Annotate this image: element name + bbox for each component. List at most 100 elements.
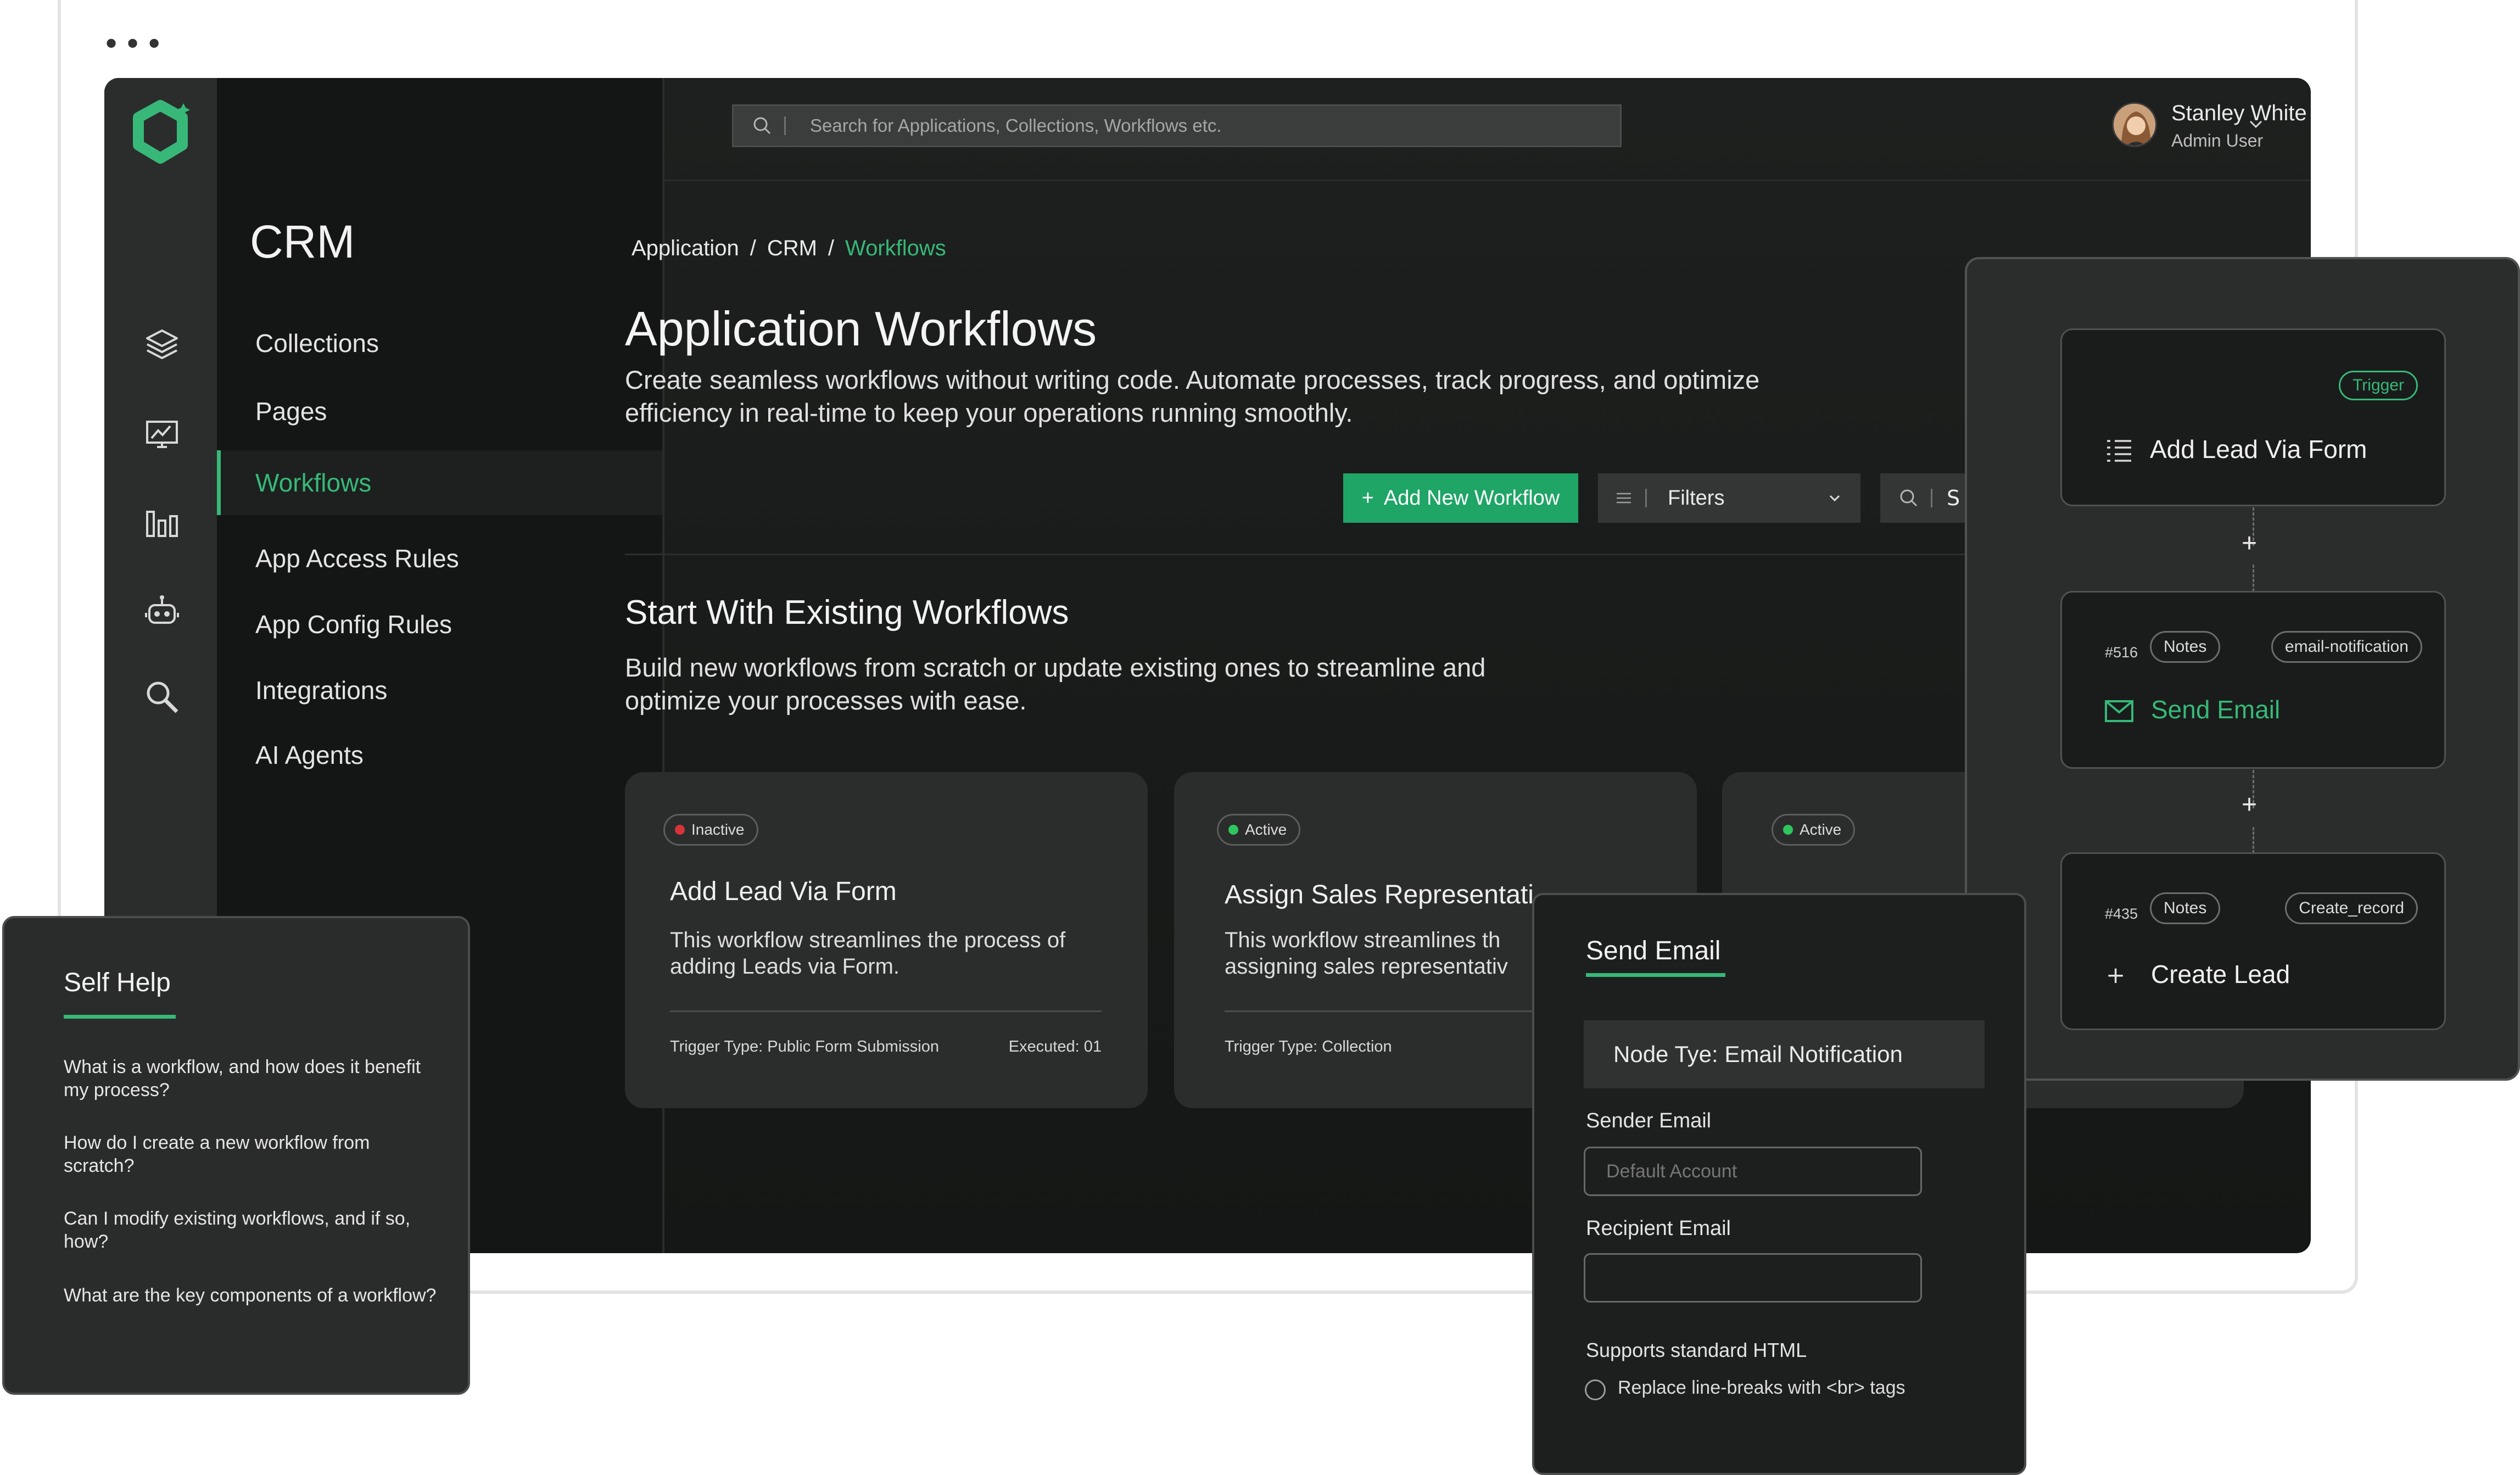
send-email-panel: Send Email Node Tye: Email Notification … [1532,893,2026,1475]
status-badge: Active [1217,814,1301,846]
analytics-monitor-icon[interactable] [144,416,180,452]
breadcrumb-separator: / [750,236,756,260]
status-badge: Inactive [663,814,758,846]
page-description: Create seamless workflows without writin… [625,365,1760,427]
mail-icon [2105,700,2133,722]
send-email-title: Send Email [1586,936,1721,965]
avatar[interactable] [2112,102,2157,147]
status-label: Active [1800,821,1842,838]
help-question[interactable]: How do I create a new workflow from scra… [64,1131,437,1177]
sender-email-field[interactable] [1584,1147,1922,1196]
node-type-tag: Create_record [2285,892,2418,924]
filter-lines-icon [1617,493,1631,504]
card-divider [670,1010,1102,1012]
node-title: Send Email [2151,695,2281,724]
search-divider [784,116,786,135]
nav-item-integrations[interactable]: Integrations [217,658,662,723]
section-description: Build new workflows from scratch or upda… [625,653,1486,715]
filters-label: Filters [1668,486,1725,510]
chevron-down-icon [1829,495,1840,502]
add-new-workflow-button[interactable]: + Add New Workflow [1343,473,1578,523]
section-divider [625,554,1998,555]
user-name[interactable]: Stanley White [2171,101,2307,126]
flow-node-trigger[interactable]: Trigger Add Lead Via Form [2060,328,2446,506]
status-label: Active [1245,821,1287,838]
help-question[interactable]: Can I modify existing workflows, and if … [64,1207,437,1253]
add-new-workflow-label: Add New Workflow [1383,486,1560,510]
app-logo-icon[interactable] [127,100,193,171]
filters-dropdown[interactable]: Filters [1598,473,1860,523]
top-bar: Search for Applications, Collections, Wo… [664,78,2311,181]
search-icon [753,117,771,135]
layers-icon[interactable] [144,326,180,362]
trigger-tag: Trigger [2339,371,2418,400]
nav-item-ai-agents[interactable]: AI Agents [217,723,662,787]
filter-divider [1645,489,1647,507]
nav-item-workflows[interactable]: Workflows [217,450,662,515]
breadcrumb-separator: / [828,236,835,260]
flow-node-create-lead[interactable]: #435 Notes Create_record + Create Lead [2060,852,2446,1030]
global-search-input[interactable]: Search for Applications, Collections, Wo… [732,104,1622,147]
bar-chart-icon[interactable] [144,504,180,540]
workflow-canvas-panel: Trigger Add Lead Via Form + #516 Notes e… [1965,257,2520,1081]
search-partial-text: S [1947,486,1960,510]
workflow-description: This workflow streamlines the process of… [670,928,1066,979]
robot-icon[interactable] [144,593,180,629]
node-id: #435 [2105,906,2138,922]
plus-icon: + [2106,962,2126,988]
search-divider [1931,489,1932,507]
status-dot [1783,825,1793,835]
nav-item-pages[interactable]: Pages [217,379,662,444]
executed-count: Executed: 01 [1008,1038,1102,1055]
nav-item-app-config-rules[interactable]: App Config Rules [217,592,662,657]
status-dot [675,825,685,835]
section-title: Start With Existing Workflows [625,594,1069,632]
notes-tag: Notes [2150,892,2221,924]
add-step-plus-icon[interactable]: + [2242,528,2257,558]
nav-item-collections[interactable]: Collections [217,311,662,376]
node-type-tag: email-notification [2271,631,2422,663]
breadcrumb: Application / CRM / Workflows [632,236,946,261]
add-step-plus-icon[interactable]: + [2242,790,2257,820]
help-question[interactable]: What is a workflow, and how does it bene… [64,1055,437,1102]
sender-email-label: Sender Email [1586,1109,1712,1132]
flow-node-send-email[interactable]: #516 Notes email-notification Send Email [2060,591,2446,769]
workflow-title: Add Lead Via Form [670,877,897,906]
notes-tag: Notes [2150,631,2221,663]
workflow-card[interactable]: Inactive Add Lead Via Form This workflow… [625,772,1148,1108]
status-badge: Active [1772,814,1856,846]
recipient-email-field[interactable] [1584,1253,1922,1303]
node-type-field: Node Tye: Email Notification [1584,1020,1985,1088]
self-help-title: Self Help [64,968,171,997]
search-placeholder: Search for Applications, Collections, Wo… [810,115,1222,136]
window-menu-dots[interactable]: ••• [102,30,166,60]
breadcrumb-item-application[interactable]: Application [632,236,739,260]
plus-icon: + [1361,486,1374,510]
node-id: #516 [2105,644,2138,661]
self-help-underline [64,1015,176,1019]
workflow-title: Assign Sales Representati [1225,880,1534,909]
breadcrumb-item-workflows: Workflows [845,236,946,260]
chevron-down-icon[interactable] [2245,113,2267,135]
status-dot [1228,825,1238,835]
send-email-underline [1586,973,1725,977]
linebreak-option-label[interactable]: Replace line-breaks with <br> tags [1618,1377,1906,1399]
page-title: Application Workflows [625,301,1097,356]
trigger-type: Trigger Type: Public Form Submission [670,1038,939,1055]
html-support-note: Supports standard HTML [1586,1339,1807,1361]
node-title: Add Lead Via Form [2150,435,2367,463]
search-analysis-icon[interactable] [144,679,180,715]
trigger-type: Trigger Type: Collection [1225,1038,1392,1055]
flow-connector [2253,827,2254,853]
app-name: CRM [250,216,355,267]
help-question[interactable]: What are the key components of a workflo… [64,1284,437,1307]
self-help-panel: Self Help What is a workflow, and how do… [2,916,470,1395]
breadcrumb-item-crm[interactable]: CRM [767,236,817,260]
linebreak-radio[interactable] [1585,1379,1606,1400]
recipient-email-label: Recipient Email [1586,1217,1731,1240]
node-title: Create Lead [2151,960,2290,988]
list-icon [2107,440,2131,462]
nav-item-app-access-rules[interactable]: App Access Rules [217,526,662,591]
status-label: Inactive [691,821,745,838]
workflow-description: This workflow streamlines th assigning s… [1225,928,1508,979]
